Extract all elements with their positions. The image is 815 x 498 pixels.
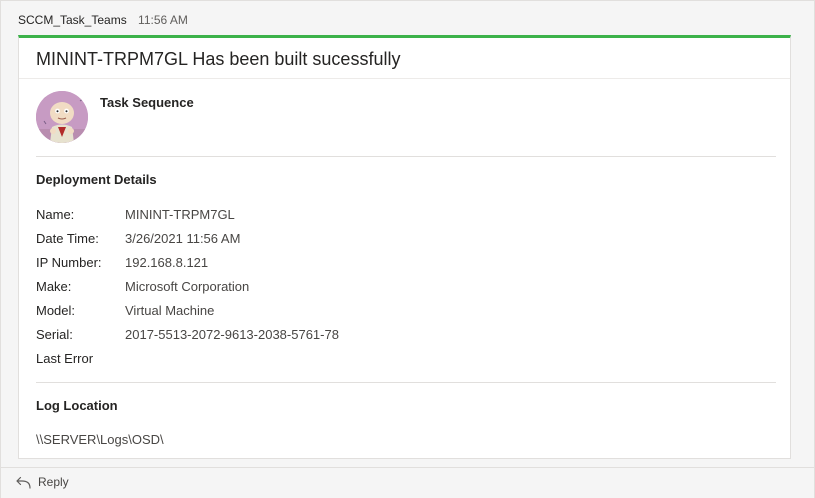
fact-key: Make: (36, 279, 72, 294)
fact-row: Make: Microsoft Corporation (36, 275, 636, 299)
message-header: SCCM_Task_Teams 11:56 AM (18, 11, 188, 29)
section-divider (36, 156, 776, 157)
adaptive-card: MININT-TRPM7GL Has been built sucessfull… (18, 35, 791, 459)
fact-key: Serial: (36, 327, 73, 342)
sender-name[interactable]: SCCM_Task_Teams (18, 13, 127, 27)
log-location-heading: Log Location (36, 398, 118, 413)
fact-row: Last Error (36, 347, 636, 371)
fact-row: Date Time: 3/26/2021 11:56 AM (36, 227, 636, 251)
message-container: SCCM_Task_Teams 11:56 AM MININT-TRPM7GL … (0, 0, 815, 498)
reply-label: Reply (38, 475, 69, 489)
fact-row: IP Number: 192.168.8.121 (36, 251, 636, 275)
fact-value: 192.168.8.121 (125, 255, 209, 270)
reply-bar: Reply (1, 467, 814, 498)
task-sequence-label: Task Sequence (100, 95, 194, 110)
deployment-details-heading: Deployment Details (36, 172, 157, 187)
log-path-text: \\SERVER\Logs\OSD\ (36, 432, 164, 447)
fact-value: Virtual Machine (125, 303, 215, 318)
card-title: MININT-TRPM7GL Has been built sucessfull… (36, 49, 401, 69)
reply-arrow-icon (15, 475, 31, 489)
section-divider (36, 382, 776, 383)
fact-row: Model: Virtual Machine (36, 299, 636, 323)
fact-key: Date Time: (36, 231, 99, 246)
fact-value: MININT-TRPM7GL (125, 207, 235, 222)
avatar (36, 91, 88, 143)
fact-value: 2017-5513-2072-9613-2038-5761-78 (125, 327, 339, 342)
fact-value: 3/26/2021 11:56 AM (125, 231, 241, 246)
title-divider (19, 78, 790, 79)
message-timestamp: 11:56 AM (138, 13, 188, 27)
fact-value: Microsoft Corporation (125, 279, 250, 294)
fact-key: Last Error (36, 351, 94, 366)
fact-row: Serial: 2017-5513-2072-9613-2038-5761-78 (36, 323, 636, 347)
fact-key: IP Number: (36, 255, 102, 270)
reply-button[interactable]: Reply (15, 472, 69, 492)
fact-set: Name: MININT-TRPM7GL Date Time: 3/26/202… (36, 203, 636, 371)
fact-key: Model: (36, 303, 76, 318)
fact-key: Name: (36, 207, 75, 222)
fact-row: Name: MININT-TRPM7GL (36, 203, 636, 227)
